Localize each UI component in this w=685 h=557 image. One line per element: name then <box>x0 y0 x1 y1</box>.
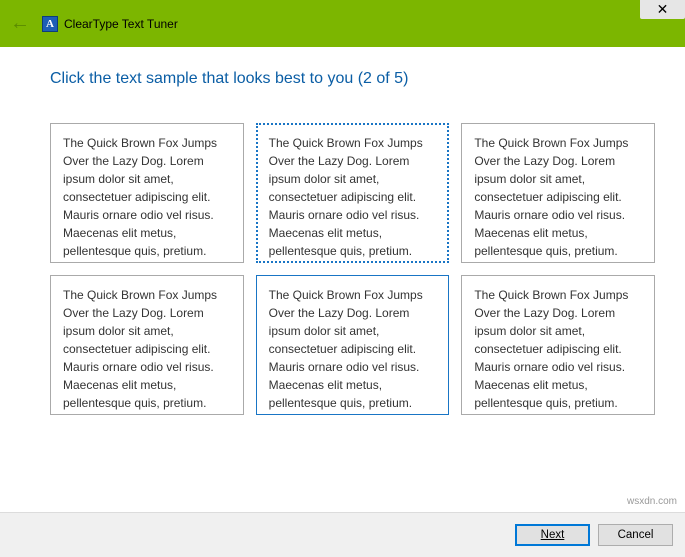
back-arrow-icon[interactable]: ← <box>10 12 30 35</box>
window-title: ClearType Text Tuner <box>64 17 178 31</box>
title-bar: ← A ClearType Text Tuner ✕ <box>0 0 685 47</box>
text-sample-6[interactable]: The Quick Brown Fox Jumps Over the Lazy … <box>461 275 655 415</box>
watermark: wsxdn.com <box>627 496 677 507</box>
text-sample-4[interactable]: The Quick Brown Fox Jumps Over the Lazy … <box>50 275 244 415</box>
footer-bar: Next Cancel <box>0 512 685 557</box>
app-icon: A <box>42 16 58 32</box>
text-sample-3[interactable]: The Quick Brown Fox Jumps Over the Lazy … <box>461 123 655 263</box>
text-sample-1[interactable]: The Quick Brown Fox Jumps Over the Lazy … <box>50 123 244 263</box>
samples-grid: The Quick Brown Fox Jumps Over the Lazy … <box>50 123 655 415</box>
page-heading: Click the text sample that looks best to… <box>50 70 655 88</box>
cancel-button[interactable]: Cancel <box>598 524 673 546</box>
close-button[interactable]: ✕ <box>640 0 685 19</box>
text-sample-2[interactable]: The Quick Brown Fox Jumps Over the Lazy … <box>256 123 450 263</box>
text-sample-5[interactable]: The Quick Brown Fox Jumps Over the Lazy … <box>256 275 450 415</box>
next-button[interactable]: Next <box>515 524 590 546</box>
content-area: Click the text sample that looks best to… <box>0 47 685 430</box>
